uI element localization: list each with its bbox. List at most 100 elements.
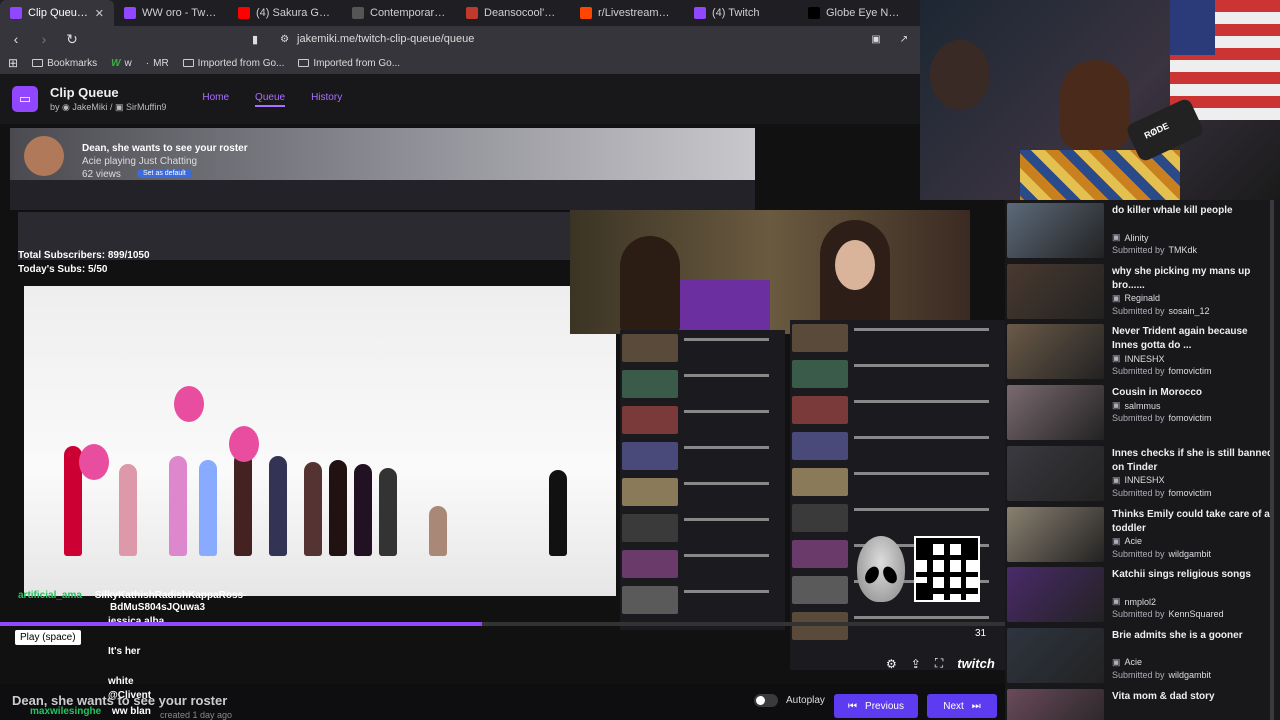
set-default-button[interactable]: Set as default (137, 169, 192, 178)
twitch-logo[interactable]: twitch (957, 656, 995, 671)
chat-msg: SilkyKathishRadishKappaRoss- (94, 590, 247, 601)
author-link[interactable]: SirMuffin9 (126, 102, 166, 112)
next-button[interactable]: Next ⏭ (927, 694, 997, 718)
queue-item-title: Cousin in Morocco (1112, 387, 1202, 399)
person-figure (354, 464, 372, 556)
qr-module (927, 594, 933, 600)
chat-msg: BdMuS804sJQuwa3 (110, 602, 206, 613)
clip-queue-logo-icon[interactable]: ▭ (12, 86, 38, 112)
bookmark-item[interactable]: Imported from Go... (182, 58, 284, 69)
submitter-name: fomovictim (1168, 487, 1212, 498)
queue-item-channel: ▣ Acie (1112, 657, 1142, 668)
queue-item[interactable]: Never Trident again because Innes gotta … (1007, 322, 1277, 382)
nested-thumbnail (792, 396, 848, 424)
share-icon[interactable]: ↗ (896, 34, 912, 45)
nav-history[interactable]: History (311, 92, 342, 107)
bookmark-item[interactable]: · MR (146, 58, 169, 69)
submitter-name: TMKdk (1168, 245, 1198, 255)
queue-sidebar: do killer whale kill people ▣ Alinity Submi… (1005, 200, 1280, 720)
queue-item-channel: ▣ nmplol2 (1112, 596, 1156, 607)
nav-home[interactable]: Home (202, 92, 229, 107)
player-controls: ⚙ ⇪ ⛶ twitch (886, 656, 995, 671)
streamer-hoodie (1020, 150, 1180, 200)
progress-fill (0, 622, 483, 626)
browser-tabbar: Clip Queue - Ope ✕ WW oro - Twitch (4) Saku… (0, 0, 920, 26)
browser-tab[interactable]: (4) Twitch (684, 0, 798, 26)
channel-name[interactable]: Acie (82, 156, 101, 167)
queue-item-submitter: Submitted by sosain_12 (1112, 306, 1210, 316)
queue-item[interactable]: Katchii sings religious songs ▣ nmplol2 Sub… (1007, 565, 1277, 625)
queue-item-submitter: Submitted by wildgambit (1112, 670, 1211, 680)
chat-msg: white (108, 676, 134, 687)
qr-module (960, 594, 967, 600)
bookmarks-bar: ⊞ Bookmarks Ww · MR Imported from Go... I… (0, 52, 920, 74)
browser-tab[interactable]: r/LivestreamFail (570, 0, 684, 26)
streamer-shirt (680, 280, 770, 334)
submitted-label: Submitted by (1112, 548, 1165, 559)
site-info-icon[interactable]: ⚙ (280, 34, 289, 45)
previous-label: Previous (865, 700, 904, 712)
author-link[interactable]: JakeMiki (72, 102, 107, 112)
separator: / (109, 102, 113, 112)
autoplay-toggle[interactable] (754, 694, 778, 707)
clip-count: 31 (975, 628, 987, 639)
browser-tab[interactable]: Contemporary Menswe (342, 0, 456, 26)
streamer-figure (620, 236, 680, 334)
tab-favicon-icon (124, 7, 136, 19)
nested-thumbnail (622, 514, 678, 542)
queue-item[interactable]: Thinks Emily could take care of a toddle… (1007, 505, 1277, 565)
share-icon[interactable]: ⇪ (911, 657, 921, 671)
browser-tab[interactable]: Deansocool's Twitch St (456, 0, 570, 26)
subs-today: Today's Subs: 5/50 (18, 264, 108, 275)
bookmark-icon[interactable]: ▮ (252, 33, 258, 46)
queue-item[interactable]: Brie admits she is a gooner ▣ Acie Submitte… (1007, 626, 1277, 686)
queue-item-submitter: Submitted by fomovictim (1112, 366, 1212, 376)
queue-item[interactable]: why she picking my mans up bro...... ▣ Reg… (1007, 262, 1277, 322)
browser-tab[interactable]: WW oro - Twitch (114, 0, 228, 26)
clip-thumbnail (1007, 567, 1104, 623)
queue-item-channel: ▣ Acie (1112, 536, 1142, 547)
folder-icon (32, 59, 44, 67)
fullscreen-icon[interactable]: ⛶ (935, 656, 943, 671)
reload-icon[interactable]: ↻ (64, 31, 80, 48)
twitch-icon: ▣ (1112, 596, 1121, 607)
settings-icon[interactable]: ⚙ (886, 657, 897, 671)
autoplay-control[interactable]: Autoplay (754, 694, 825, 707)
nested-queue-list-2 (790, 320, 1005, 670)
clip-thumbnail (1007, 506, 1104, 562)
address-bar[interactable]: ▮ ⚙ jakemiki.me/twitch-clip-queue/queue (252, 29, 856, 49)
browser-tab[interactable]: Clip Queue - Ope ✕ (0, 0, 114, 26)
close-tab-icon[interactable]: ✕ (95, 7, 104, 20)
bookmark-item[interactable]: Ww (111, 58, 132, 69)
queue-item[interactable]: do killer whale kill people ▣ Alinity Submi… (1007, 201, 1277, 261)
tab-title: Clip Queue - Ope (28, 7, 89, 19)
created-label: created 1 day ago (160, 710, 233, 720)
channel-name: INNESHX (1124, 475, 1165, 486)
progress-bar[interactable] (0, 622, 1005, 626)
queue-item-title: do killer whale kill people (1112, 205, 1233, 216)
queue-item-channel: ▣ INNESHX (1112, 475, 1165, 486)
queue-item[interactable]: Innes checks if she is still banned on T… (1007, 444, 1277, 504)
bookmark-item[interactable]: Imported from Go... (298, 58, 400, 69)
back-icon[interactable]: ‹ (8, 31, 24, 47)
twitch-icon: ▣ (1112, 232, 1121, 242)
tab-favicon-icon (352, 7, 364, 19)
submitter-name: KennSquared (1168, 609, 1224, 620)
nav-queue[interactable]: Queue (255, 92, 286, 107)
nested-title-line (684, 410, 769, 413)
tab-search-icon[interactable]: ▣ (868, 34, 884, 45)
browser-tab[interactable]: Globe Eye News on X: (798, 0, 912, 26)
queue-item[interactable]: Cousin in Morocco ▣ salmmus Submitted by fom… (1007, 383, 1277, 443)
sidebar-scrollbar[interactable] (1270, 200, 1274, 720)
previous-button[interactable]: ⏮ Previous (834, 694, 918, 718)
forward-icon[interactable]: › (36, 31, 52, 47)
apps-grid-icon[interactable]: ⊞ (8, 56, 18, 70)
channel-name: Acie (1124, 657, 1143, 668)
queue-item[interactable]: Vita mom & dad story (1007, 687, 1277, 720)
bookmark-item[interactable]: Bookmarks (32, 58, 97, 69)
by-label: by (50, 102, 60, 112)
browser-tab[interactable]: (4) Sakura Gives The W (228, 0, 342, 26)
queue-item-title: Thinks Emily could take care of a toddle… (1112, 508, 1270, 534)
screen: Clip Queue - Ope ✕ WW oro - Twitch (4) Saku… (0, 0, 1280, 720)
chat-user: artificial_ama (18, 590, 82, 601)
